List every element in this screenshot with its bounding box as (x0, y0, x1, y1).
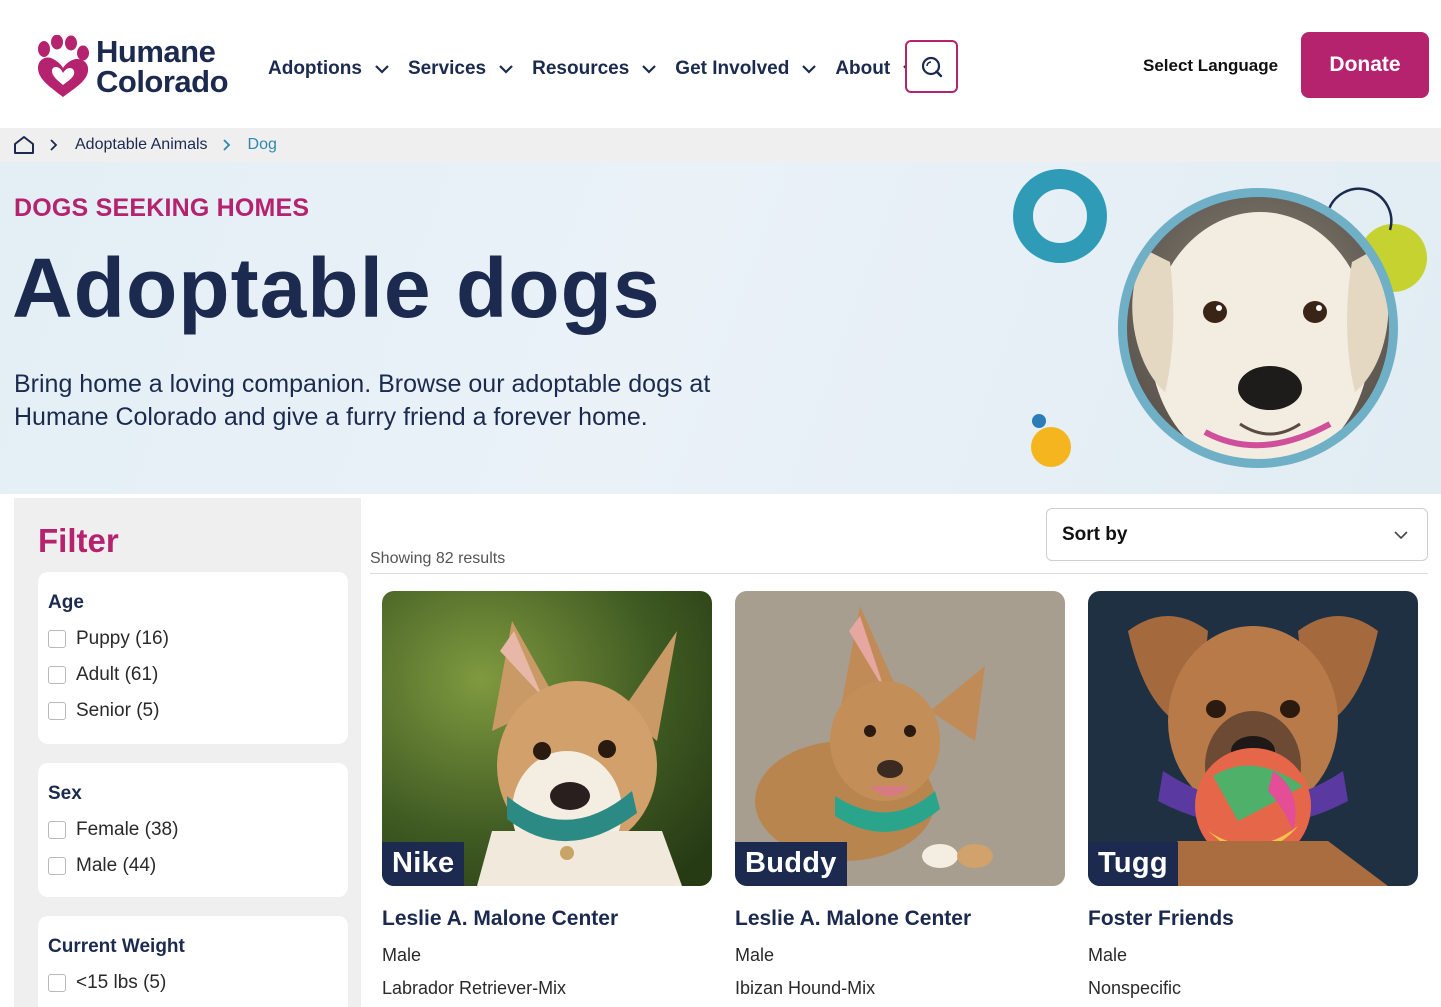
search-button[interactable] (905, 40, 958, 93)
filter-group-title: Sex (48, 783, 82, 804)
sort-by-select[interactable]: Sort by (1046, 508, 1428, 561)
chevron-down-icon (499, 65, 513, 74)
humane-colorado-logo[interactable]: Humane Colorado (32, 34, 237, 100)
animal-sex: Male (382, 945, 422, 965)
animal-name: Tugg (1088, 842, 1178, 886)
option-label: <15 lbs (5) (76, 972, 167, 993)
chevron-down-icon (802, 65, 817, 74)
option-label: Adult (61) (76, 664, 159, 685)
nav-label: Resources (532, 58, 630, 79)
animal-photo[interactable]: Buddy (735, 591, 1065, 886)
hero-dog-illustration (1013, 169, 1427, 468)
animal-sex: Male (1088, 945, 1128, 965)
animal-photo[interactable]: Tugg (1088, 591, 1418, 886)
filter-option-senior[interactable]: Senior (5) (48, 700, 159, 722)
hero-eyebrow: DOGS SEEKING HOMES (14, 194, 310, 222)
results-count: Showing 82 results (370, 550, 506, 567)
page-title: Adoptable dogs (12, 241, 661, 335)
main-nav: Adoptions Services Resources Get Involve… (268, 56, 936, 82)
nav-get-involved[interactable]: Get Involved (675, 56, 817, 82)
nav-label: Services (407, 58, 487, 79)
animal-card-nike[interactable]: Nike Leslie A. Malone Center Male Labrad… (382, 591, 712, 998)
site-header: Humane Colorado Adoptions Services Resou… (0, 0, 1441, 128)
option-label: Female (38) (76, 819, 179, 840)
chevron-down-icon (1394, 531, 1408, 540)
option-label: Senior (5) (76, 700, 160, 721)
chevron-right-icon (50, 139, 58, 151)
chevron-down-icon (375, 65, 389, 74)
select-language[interactable]: Select Language (1143, 56, 1278, 76)
animal-photo[interactable]: Nike (382, 591, 712, 886)
animal-location: Leslie A. Malone Center (735, 907, 972, 930)
animal-card-tugg[interactable]: Tugg Foster Friends Male Nonspecific (1088, 591, 1418, 998)
filter-option-puppy[interactable]: Puppy (16) (48, 628, 169, 650)
filter-sidebar: Filter Age Puppy (16) Adult (61) Senior … (14, 498, 361, 1007)
animal-location: Foster Friends (1088, 907, 1234, 930)
filter-group-current-weight: Current Weight <15 lbs (5) (38, 916, 348, 1007)
hero-description: Bring home a loving companion. Browse ou… (14, 370, 711, 431)
filter-group-sex: Sex Female (38) Male (44) (38, 763, 348, 897)
filter-title: Filter (38, 522, 119, 559)
nav-label: About (835, 58, 891, 79)
option-label: Puppy (16) (76, 628, 169, 649)
checkbox[interactable] (48, 857, 66, 875)
nav-label: Adoptions (268, 58, 362, 79)
checkbox[interactable] (48, 702, 66, 720)
option-label: Male (44) (76, 855, 157, 876)
nav-label: Get Involved (675, 58, 790, 79)
breadcrumb-current-dog: Dog (247, 136, 277, 153)
filter-option-adult[interactable]: Adult (61) (48, 664, 158, 686)
checkbox[interactable] (48, 821, 66, 839)
checkbox[interactable] (48, 974, 66, 992)
filter-group-age: Age Puppy (16) Adult (61) Senior (5) (38, 572, 348, 744)
logo-line-2: Colorado (96, 64, 229, 99)
animal-sex: Male (735, 945, 775, 965)
logo-line-1: Humane (96, 34, 216, 69)
chevron-right-icon (222, 139, 230, 151)
nav-services[interactable]: Services (408, 56, 514, 82)
checkbox[interactable] (48, 666, 66, 684)
animal-name: Nike (382, 842, 465, 886)
hero-banner: DOGS SEEKING HOMES Adoptable dogs Bring … (0, 162, 1441, 494)
animal-location: Leslie A. Malone Center (382, 907, 619, 930)
paw-heart-icon (38, 35, 89, 97)
nav-adoptions[interactable]: Adoptions (268, 56, 390, 82)
search-icon (921, 56, 942, 77)
filter-option-female[interactable]: Female (38) (48, 819, 178, 841)
animal-name: Buddy (735, 842, 847, 886)
nav-resources[interactable]: Resources (532, 56, 657, 82)
breadcrumb: Adoptable Animals Dog (0, 128, 1441, 162)
animal-breed: Labrador Retriever-Mix (382, 978, 567, 998)
filter-group-title: Age (48, 592, 84, 613)
checkbox[interactable] (48, 630, 66, 648)
filter-group-title: Current Weight (48, 936, 185, 957)
donate-button[interactable]: Donate (1301, 32, 1429, 98)
sort-label: Sort by (1062, 523, 1128, 545)
animal-breed: Ibizan Hound-Mix (735, 978, 876, 998)
filter-option-male[interactable]: Male (44) (48, 855, 156, 877)
home-icon[interactable] (13, 135, 35, 155)
divider (370, 573, 1428, 574)
animal-card-buddy[interactable]: Buddy Leslie A. Malone Center Male Ibiza… (735, 591, 1065, 998)
chevron-down-icon (642, 65, 657, 74)
animal-breed: Nonspecific (1088, 978, 1182, 998)
filter-option-under-15-lbs[interactable]: <15 lbs (5) (48, 972, 166, 994)
breadcrumb-adoptable-animals[interactable]: Adoptable Animals (75, 136, 208, 154)
